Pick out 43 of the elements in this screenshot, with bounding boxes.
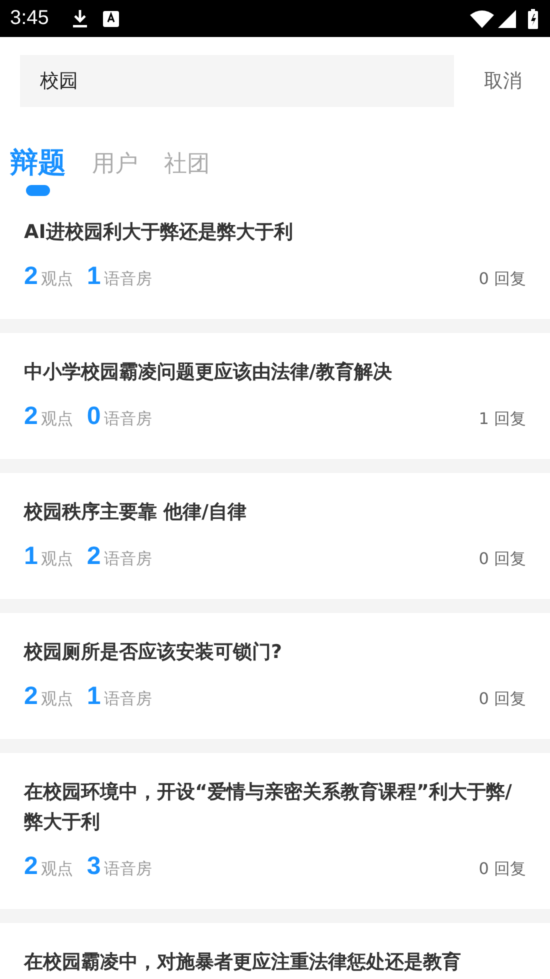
topic-title: 校园厕所是否应该安装可锁门? [24, 640, 284, 665]
topic-title: AI进校园利大于弊还是弊大于利 [24, 220, 294, 245]
tab[interactable]: 社团 [164, 143, 210, 183]
view-count: 2 [24, 402, 38, 431]
topic-title: 在校园霸凌中，对施暴者更应注重法律惩处还是教育 [24, 950, 462, 975]
topic-title: 校园秩序主要靠 他律/自律 [24, 500, 248, 525]
search-field[interactable]: 校园 [20, 55, 454, 107]
view-count: 2 [24, 262, 38, 291]
room-count: 0 [86, 402, 101, 431]
room-label: 语音房 [104, 409, 152, 430]
reply-count: 1 回复 [478, 409, 526, 430]
reply-count: 0 回复 [478, 549, 526, 570]
room-label: 语音房 [104, 269, 152, 290]
room-count: 1 [86, 682, 101, 711]
signal-icon [498, 10, 516, 28]
view-label: 观点 [40, 689, 73, 710]
reply-count: 0 回复 [478, 269, 526, 290]
tab-indicator [26, 185, 50, 196]
cancel-button[interactable]: 取消 [484, 68, 522, 94]
room-count: 2 [86, 542, 101, 571]
topic-title: 在校园环境中，开设“爱情与亲密关系教育课程”利大于弊/弊大于利 [24, 780, 513, 835]
keyboard-icon [102, 10, 119, 26]
view-count: 2 [24, 852, 38, 881]
tab[interactable]: 辩题 [10, 143, 66, 183]
view-label: 观点 [40, 859, 73, 880]
room-label: 语音房 [104, 859, 152, 880]
room-label: 语音房 [104, 689, 152, 710]
view-label: 观点 [40, 409, 73, 430]
room-count: 1 [86, 262, 101, 291]
wifi-icon [470, 10, 494, 28]
room-label: 语音房 [104, 549, 152, 570]
download-icon [70, 8, 89, 28]
battery-icon [528, 8, 538, 28]
reply-count: 0 回复 [478, 859, 526, 880]
tab[interactable]: 用户 [92, 143, 138, 183]
room-count: 3 [86, 852, 101, 881]
view-count: 1 [24, 542, 38, 571]
topic-title: 中小学校园霸凌问题更应该由法律/教育解决 [24, 360, 393, 385]
status-time: 3:45 [10, 7, 49, 30]
view-label: 观点 [40, 549, 73, 570]
view-count: 2 [24, 682, 38, 711]
reply-count: 0 回复 [478, 689, 526, 710]
view-label: 观点 [40, 269, 73, 290]
